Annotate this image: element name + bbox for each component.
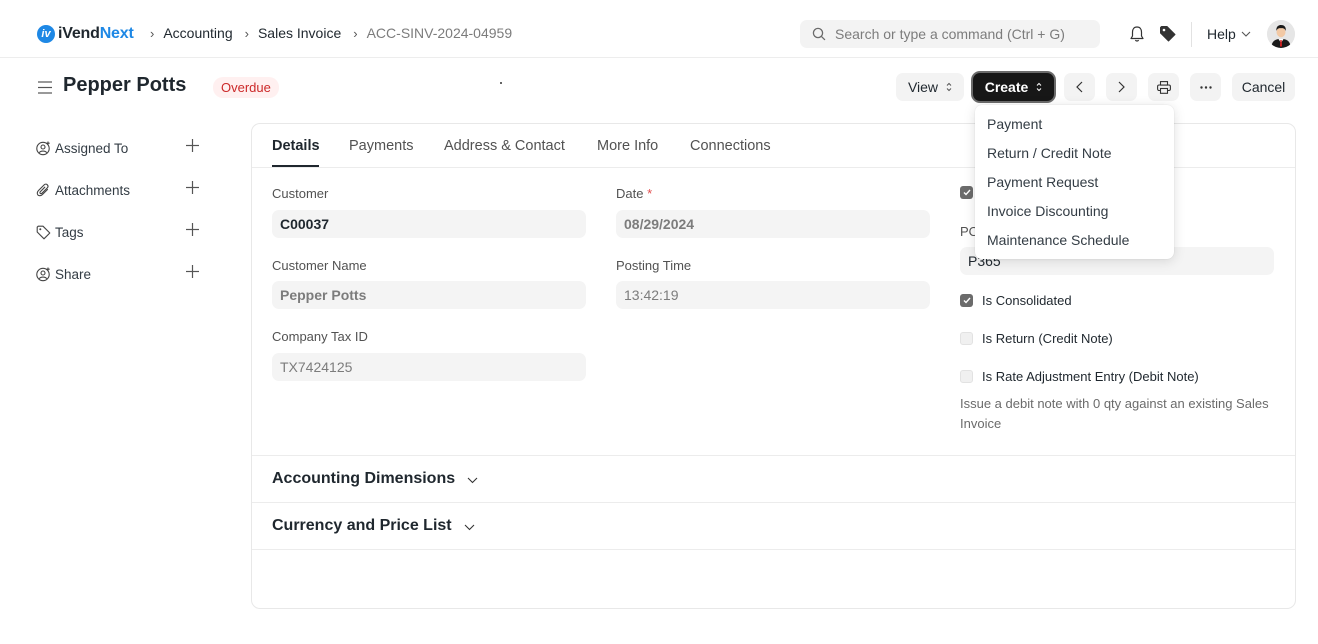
chevron-left-icon — [1076, 81, 1083, 93]
navbar-divider — [1191, 22, 1192, 47]
create-button-label: Create — [984, 79, 1029, 95]
top-checkbox[interactable] — [960, 186, 973, 199]
up-down-chevron-icon — [946, 82, 952, 92]
menu-item-invoice-discounting[interactable]: Invoice Discounting — [987, 203, 1108, 219]
is-consolidated-checkbox[interactable] — [960, 294, 973, 307]
share-user-icon — [36, 267, 51, 282]
chevron-down-icon — [467, 477, 478, 484]
search-icon — [812, 27, 826, 41]
menu-item-payment-request[interactable]: Payment Request — [987, 174, 1098, 190]
company-tax-id-label: Company Tax ID — [272, 329, 368, 344]
add-tag-plus-icon[interactable] — [186, 223, 199, 239]
sidebar-item-label: Share — [55, 266, 92, 282]
chevron-down-icon — [1241, 31, 1251, 37]
sidebar-item-attachments[interactable]: Attachments — [36, 180, 201, 200]
more-options-button[interactable] — [1190, 73, 1221, 101]
menu-item-maintenance-schedule[interactable]: Maintenance Schedule — [987, 232, 1129, 248]
previous-document-button[interactable] — [1064, 73, 1095, 101]
sidebar-toggle-hamburger-icon[interactable] — [38, 81, 52, 97]
navbar: iv iVendNext › Accounting › Sales Invoic… — [0, 0, 1318, 58]
ellipsis-icon — [1199, 85, 1212, 89]
status-badge: Overdue — [213, 77, 279, 98]
tab-payments[interactable]: Payments — [349, 138, 413, 154]
is-rate-adjustment-checkbox[interactable] — [960, 370, 973, 383]
page-title: Pepper Potts — [63, 74, 187, 96]
cancel-button[interactable]: Cancel — [1232, 73, 1295, 101]
check-icon — [963, 297, 971, 304]
view-button[interactable]: View — [896, 73, 964, 101]
tab-details[interactable]: Details — [272, 138, 320, 154]
help-label: Help — [1207, 26, 1236, 42]
print-button[interactable] — [1148, 73, 1179, 101]
avatar[interactable] — [1267, 20, 1295, 48]
app-logo[interactable]: iv iVendNext — [37, 25, 134, 43]
section-accounting-dimensions[interactable]: Accounting Dimensions — [252, 455, 1295, 502]
section-title: Currency and Price List — [272, 517, 452, 534]
is-rate-adjustment-label: Is Rate Adjustment Entry (Debit Note) — [982, 369, 1199, 384]
help-menu[interactable]: Help — [1207, 26, 1251, 42]
stray-dot — [500, 82, 502, 84]
paperclip-icon — [36, 183, 51, 198]
sidebar-item-label: Tags — [55, 224, 84, 240]
customer-label: Customer — [272, 186, 329, 201]
customer-name-field: Pepper Potts — [272, 281, 586, 309]
sidebar-item-share[interactable]: Share — [36, 264, 201, 284]
sidebar-item-label: Assigned To — [55, 140, 129, 156]
sidebar-item-label: Attachments — [55, 182, 131, 198]
logo-text-main: iVend — [58, 25, 100, 42]
chevron-right-icon: › — [353, 25, 358, 41]
up-down-chevron-icon — [1036, 82, 1042, 92]
breadcrumb: › Accounting › Sales Invoice › ACC-SINV-… — [150, 25, 524, 41]
notifications-bell-icon[interactable] — [1129, 25, 1145, 46]
menu-item-return-credit-note[interactable]: Return / Credit Note — [987, 145, 1112, 161]
date-label: Date * — [616, 186, 652, 201]
next-document-button[interactable] — [1106, 73, 1137, 101]
required-asterisk: * — [647, 186, 653, 201]
is-consolidated-label: Is Consolidated — [982, 293, 1072, 308]
company-tax-id-field: TX7424125 — [272, 353, 586, 381]
chevron-down-icon — [464, 524, 475, 531]
customer-field[interactable]: C00037 — [272, 210, 586, 238]
tag-icon — [36, 225, 51, 240]
logo-text-accent: Next — [99, 25, 134, 42]
create-button[interactable]: Create — [973, 73, 1054, 101]
tab-connections[interactable]: Connections — [690, 138, 771, 154]
sidebar-item-assigned-to[interactable]: Assigned To — [36, 138, 201, 158]
create-dropdown-menu: Payment Return / Credit Note Payment Req… — [975, 105, 1174, 259]
check-icon — [963, 189, 971, 196]
search-input[interactable] — [835, 26, 1085, 42]
breadcrumb-sales-invoice[interactable]: Sales Invoice — [258, 25, 341, 41]
menu-item-payment[interactable]: Payment — [987, 116, 1042, 132]
is-return-label: Is Return (Credit Note) — [982, 331, 1113, 346]
is-return-checkbox[interactable] — [960, 332, 973, 345]
tab-address-contact[interactable]: Address & Contact — [444, 138, 565, 154]
date-label-text: Date — [616, 186, 644, 201]
date-field[interactable]: 08/29/2024 — [616, 210, 930, 238]
empty-section — [252, 549, 1295, 609]
customer-name-label: Customer Name — [272, 258, 367, 273]
logo-text: iVendNext — [58, 25, 134, 43]
sidebar-item-tags[interactable]: Tags — [36, 222, 201, 242]
rate-adjustment-help-text: Issue a debit note with 0 qty against an… — [960, 396, 1269, 431]
add-attachment-plus-icon[interactable] — [186, 181, 199, 197]
add-assignment-plus-icon[interactable] — [186, 139, 199, 155]
logo-mark-icon: iv — [37, 25, 55, 43]
breadcrumb-accounting[interactable]: Accounting — [163, 25, 232, 41]
view-button-label: View — [907, 79, 939, 95]
chevron-right-icon — [1118, 81, 1125, 93]
search-bar[interactable] — [800, 20, 1100, 48]
add-share-plus-icon[interactable] — [186, 265, 199, 281]
active-tab-indicator — [272, 165, 319, 167]
tab-more-info[interactable]: More Info — [597, 138, 658, 154]
assign-user-icon — [36, 141, 51, 156]
posting-time-field[interactable]: 13:42:19 — [616, 281, 930, 309]
chevron-right-icon: › — [244, 25, 249, 41]
tag-icon[interactable] — [1159, 25, 1176, 45]
section-title: Accounting Dimensions — [272, 470, 456, 487]
printer-icon — [1156, 80, 1171, 94]
posting-time-label: Posting Time — [616, 258, 692, 273]
section-currency-price-list[interactable]: Currency and Price List — [252, 502, 1295, 549]
breadcrumb-current-document[interactable]: ACC-SINV-2024-04959 — [367, 25, 513, 41]
chevron-right-icon: › — [150, 25, 155, 41]
